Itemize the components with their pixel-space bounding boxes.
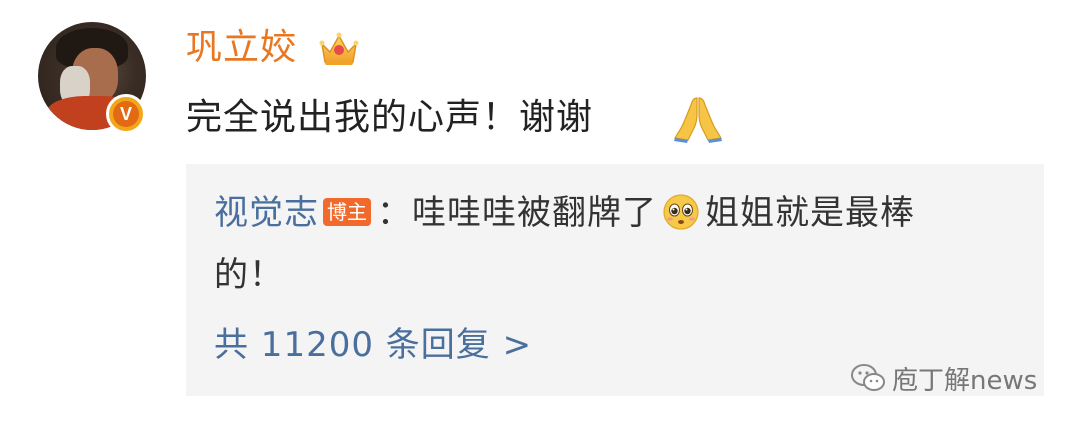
scared-face-emoji-icon [663, 193, 699, 230]
reply-author-link[interactable]: 视觉志 [214, 193, 319, 233]
crown-badge-icon [319, 32, 359, 65]
wechat-logo-icon [851, 364, 885, 391]
reply-line-1: 视觉志 博主 ：哇哇哇被翻牌了 姐姐就是最棒 [214, 188, 915, 238]
verified-v-icon: V [106, 94, 146, 134]
wechat-watermark: 庖丁解news [850, 358, 1037, 398]
reply-separator: ： [377, 193, 412, 233]
weibo-comment-card: V 巩立姣 完全说出我的心声！谢谢 视觉志 博主 ：哇哇哇被翻牌了 姐姐就是最棒… [0, 0, 1080, 426]
blogger-badge: 博主 [323, 197, 371, 226]
verified-v-glyph: V [113, 101, 139, 127]
reply-line-2: 的！ [214, 255, 284, 295]
comment-text: 完全说出我的心声！谢谢 [186, 97, 594, 138]
reply-text-part2: 姐姐就是最棒 [705, 193, 915, 233]
pray-emoji-icon [674, 97, 722, 143]
username-link[interactable]: 巩立姣 [186, 22, 297, 74]
watermark-text: 庖丁解news [892, 365, 1038, 396]
view-all-replies-link[interactable]: 共 11200 条回复 > [214, 320, 532, 370]
reply-text-part1: 哇哇哇被翻牌了 [412, 193, 657, 233]
